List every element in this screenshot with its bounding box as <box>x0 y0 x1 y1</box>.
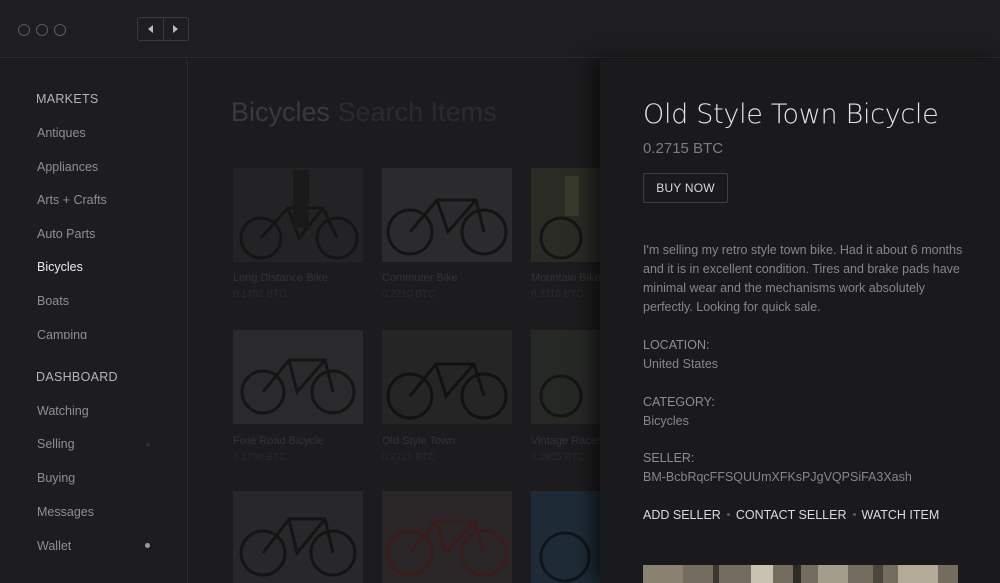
listing-caption: Fixie Road Bicycle <box>233 435 324 447</box>
wallet-indicator-dot <box>145 543 150 548</box>
listing-price: 0.2715 BTC <box>382 452 436 463</box>
listing-price: 0.1482 BTC <box>233 289 287 300</box>
bicycle-photo <box>382 168 512 262</box>
sidebar-item-messages[interactable]: Messages <box>37 505 94 519</box>
item-photo[interactable] <box>643 565 958 583</box>
separator-dot <box>726 513 730 516</box>
chevron-left-icon <box>147 25 153 33</box>
window-maximize-button[interactable] <box>54 24 66 36</box>
buy-now-button[interactable]: BUY NOW <box>643 173 728 203</box>
sidebar-item-boats[interactable]: Boats <box>37 294 69 308</box>
listing-tile[interactable] <box>233 168 363 262</box>
listing-tile[interactable] <box>233 491 363 583</box>
item-title: Old Style Town Bicycle <box>643 99 939 130</box>
seller-label: SELLER: <box>643 451 695 465</box>
sidebar-item-watching[interactable]: Watching <box>37 404 89 418</box>
item-detail-panel: Old Style Town Bicycle 0.2715 BTC BUY NO… <box>600 59 1000 583</box>
location-label: LOCATION: <box>643 338 710 352</box>
category-value: Bicycles <box>643 414 689 428</box>
sidebar-item-buying[interactable]: Buying <box>37 471 75 485</box>
location-value: United States <box>643 357 719 371</box>
listing-caption: Commuter Bike <box>382 272 458 284</box>
item-actions: ADD SELLER CONTACT SELLER WATCH ITEM <box>643 508 939 522</box>
dashboard-heading: DASHBOARD <box>36 370 118 384</box>
bicycle-photo <box>233 168 363 262</box>
history-nav <box>137 17 189 41</box>
page-title: Bicycles Search Items <box>231 97 497 128</box>
listing-price: 0.1790 BTC <box>233 452 287 463</box>
sidebar-item-bicycles[interactable]: Bicycles <box>37 260 83 274</box>
sidebar-item-antiques[interactable]: Antiques <box>37 126 86 140</box>
title-bar <box>0 0 1000 58</box>
forward-button[interactable] <box>162 18 189 40</box>
listing-price: 0.2210 BTC <box>382 289 436 300</box>
separator-dot <box>852 513 856 516</box>
sidebar-item-selling[interactable]: Selling <box>37 437 75 451</box>
window-close-button[interactable] <box>18 24 30 36</box>
listing-caption: Old Style Town <box>382 435 456 447</box>
sidebar-item-appliances[interactable]: Appliances <box>37 160 98 174</box>
window-minimize-button[interactable] <box>36 24 48 36</box>
sidebar-item-wallet[interactable]: Wallet <box>37 539 71 553</box>
markets-heading: MARKETS <box>36 92 99 106</box>
item-photo-image <box>643 565 958 583</box>
listing-caption: Long Distance Bike <box>233 272 328 284</box>
bicycle-photo <box>233 491 363 583</box>
bicycle-photo <box>382 491 512 583</box>
item-price: 0.2715 BTC <box>643 140 724 157</box>
chevron-right-icon <box>173 25 179 33</box>
listing-tile[interactable] <box>382 491 512 583</box>
add-seller-link[interactable]: ADD SELLER <box>643 508 721 522</box>
selling-indicator-dot <box>146 443 150 447</box>
seller-address[interactable]: BM-BcbRqcFFSQUUmXFKsPJgVQPSiFA3Xash <box>643 470 912 484</box>
back-button[interactable] <box>138 18 163 40</box>
bicycle-photo <box>382 330 512 424</box>
sidebar-item-arts-crafts[interactable]: Arts + Crafts <box>37 193 107 207</box>
page-title-text: Bicycles <box>231 97 331 127</box>
page-title-subtitle: Search Items <box>337 97 497 127</box>
watch-item-link[interactable]: WATCH ITEM <box>862 508 940 522</box>
sidebar-item-camping[interactable]: Camping <box>37 328 87 339</box>
listing-tile[interactable] <box>382 168 512 262</box>
listing-price: 0.1955 BTC <box>531 452 585 463</box>
contact-seller-link[interactable]: CONTACT SELLER <box>736 508 847 522</box>
category-label: CATEGORY: <box>643 395 715 409</box>
sidebar: MARKETS Antiques Appliances Arts + Craft… <box>0 59 188 583</box>
bicycle-photo <box>233 330 363 424</box>
sidebar-item-auto-parts[interactable]: Auto Parts <box>37 227 95 241</box>
item-description: I'm selling my retro style town bike. Ha… <box>643 243 963 314</box>
listing-tile[interactable] <box>382 330 512 424</box>
markets-list: MARKETS Antiques Appliances Arts + Craft… <box>0 59 187 339</box>
listing-price: 0.3110 BTC <box>531 289 584 300</box>
app-window: MARKETS Antiques Appliances Arts + Craft… <box>0 0 1000 583</box>
listing-tile[interactable] <box>233 330 363 424</box>
